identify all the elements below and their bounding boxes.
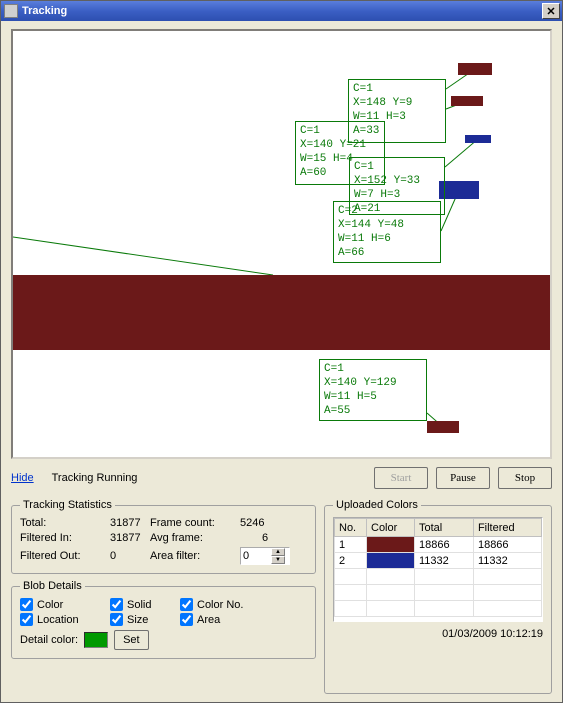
chk-solid-box[interactable] bbox=[110, 598, 123, 611]
total-label: Total: bbox=[20, 517, 110, 529]
th-filtered[interactable]: Filtered bbox=[473, 519, 541, 537]
chk-color[interactable]: Color bbox=[20, 598, 110, 611]
cell-color-swatch bbox=[367, 537, 415, 553]
stats-legend: Tracking Statistics bbox=[20, 499, 115, 511]
blob-red bbox=[427, 421, 459, 433]
table-row[interactable]: 1 1886618866 bbox=[335, 537, 542, 553]
blob-red bbox=[458, 63, 492, 75]
chk-solid[interactable]: Solid bbox=[110, 598, 180, 611]
detail-color-swatch[interactable] bbox=[84, 632, 108, 648]
set-button[interactable]: Set bbox=[114, 630, 149, 650]
chk-location-box[interactable] bbox=[20, 613, 33, 626]
horizontal-band bbox=[13, 275, 550, 350]
table-row-empty bbox=[335, 585, 542, 601]
areafilter-up-icon[interactable]: ▲ bbox=[271, 548, 285, 556]
app-icon bbox=[4, 4, 18, 18]
chk-color-box[interactable] bbox=[20, 598, 33, 611]
areafilter-down-icon[interactable]: ▼ bbox=[271, 556, 285, 564]
chk-colorno[interactable]: Color No. bbox=[180, 598, 307, 611]
uploaded-colors-table-wrap[interactable]: No. Color Total Filtered 1 1886618866 2 113… bbox=[333, 517, 543, 622]
hide-link[interactable]: Hide bbox=[11, 472, 34, 484]
avgframe-value: 6 bbox=[240, 532, 290, 544]
filtered-out-label: Filtered Out: bbox=[20, 550, 110, 562]
cell-no: 2 bbox=[335, 553, 367, 569]
timestamp: 01/03/2009 10:12:19 bbox=[333, 628, 543, 640]
stop-button[interactable]: Stop bbox=[498, 467, 552, 489]
cell-no: 1 bbox=[335, 537, 367, 553]
pause-button[interactable]: Pause bbox=[436, 467, 490, 489]
titlebar: Tracking ✕ bbox=[1, 1, 562, 21]
track-annotation: C=2X=144 Y=48W=11 H=6A=66 bbox=[333, 201, 441, 263]
chk-size[interactable]: Size bbox=[110, 613, 180, 626]
filtered-out-value: 0 bbox=[110, 550, 150, 562]
window-title: Tracking bbox=[22, 5, 542, 17]
chk-area[interactable]: Area bbox=[180, 613, 307, 626]
filtered-in-value: 31877 bbox=[110, 532, 150, 544]
chk-colorno-box[interactable] bbox=[180, 598, 193, 611]
status-text: Tracking Running bbox=[52, 472, 138, 484]
uploaded-colors-table: No. Color Total Filtered 1 1886618866 2 113… bbox=[334, 518, 542, 617]
chk-area-box[interactable] bbox=[180, 613, 193, 626]
th-no[interactable]: No. bbox=[335, 519, 367, 537]
areafilter-label: Area filter: bbox=[150, 550, 240, 562]
framecount-label: Frame count: bbox=[150, 517, 240, 529]
panels: Tracking Statistics Total: 31877 Frame c… bbox=[11, 499, 552, 694]
areafilter-input[interactable] bbox=[241, 548, 271, 564]
close-icon[interactable]: ✕ bbox=[542, 3, 560, 19]
cell-filtered: 18866 bbox=[473, 537, 541, 553]
areafilter-spinner[interactable]: ▲ ▼ bbox=[240, 547, 290, 565]
content-area: C=1X=148 Y=9W=11 H=3A=33C=1X=140 Y=21W=1… bbox=[1, 21, 562, 702]
th-color[interactable]: Color bbox=[367, 519, 415, 537]
control-row: Hide Tracking Running Start Pause Stop bbox=[11, 467, 552, 489]
filtered-in-label: Filtered In: bbox=[20, 532, 110, 544]
detail-color-label: Detail color: bbox=[20, 634, 78, 646]
avgframe-label: Avg frame: bbox=[150, 532, 240, 544]
blob-details-panel: Blob Details Color Solid Color No. Locat… bbox=[11, 580, 316, 659]
table-row-empty bbox=[335, 601, 542, 617]
uploaded-colors-panel: Uploaded Colors No. Color Total Filtered bbox=[324, 499, 552, 694]
cell-color-swatch bbox=[367, 553, 415, 569]
total-value: 31877 bbox=[110, 517, 150, 529]
cell-total: 18866 bbox=[415, 537, 474, 553]
cell-total: 11332 bbox=[415, 553, 474, 569]
th-total[interactable]: Total bbox=[415, 519, 474, 537]
framecount-value: 5246 bbox=[240, 517, 290, 529]
start-button[interactable]: Start bbox=[374, 467, 428, 489]
blob-blue bbox=[465, 135, 491, 143]
uploaded-legend: Uploaded Colors bbox=[333, 499, 421, 511]
chk-location[interactable]: Location bbox=[20, 613, 110, 626]
table-row[interactable]: 2 1133211332 bbox=[335, 553, 542, 569]
blob-blue bbox=[439, 181, 479, 199]
blobdetails-legend: Blob Details bbox=[20, 580, 85, 592]
table-row-empty bbox=[335, 569, 542, 585]
tracking-canvas: C=1X=148 Y=9W=11 H=3A=33C=1X=140 Y=21W=1… bbox=[11, 29, 552, 459]
tracking-statistics-panel: Tracking Statistics Total: 31877 Frame c… bbox=[11, 499, 316, 574]
track-annotation: C=1X=140 Y=129W=11 H=5A=55 bbox=[319, 359, 427, 421]
blob-red bbox=[451, 96, 483, 106]
chk-size-box[interactable] bbox=[110, 613, 123, 626]
tracking-window: Tracking ✕ C=1X=148 Y=9W=11 H=3A=33C=1X=… bbox=[0, 0, 563, 703]
cell-filtered: 11332 bbox=[473, 553, 541, 569]
